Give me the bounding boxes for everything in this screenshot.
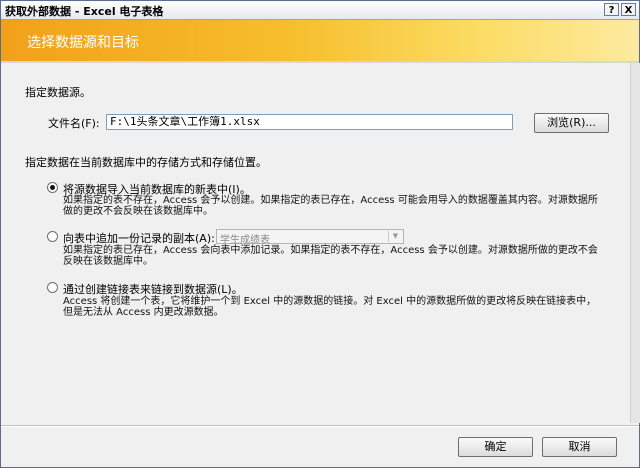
append-records-desc-line2: 反映在该数据库中。 (63, 256, 153, 267)
chevron-down-icon: ▼ (388, 231, 402, 242)
wizard-header-title: 选择数据源和目标 (27, 35, 139, 51)
footer-divider-highlight (1, 426, 639, 427)
link-table-radio[interactable] (47, 282, 58, 293)
radio-selected-dot (50, 185, 55, 190)
append-table-select[interactable]: 学生成绩表 ▼ (216, 229, 404, 246)
help-button[interactable]: ? (604, 3, 619, 16)
link-table-desc-line1: Access 将创建一个表，它将维护一个到 Excel 中的源数据的链接。对 E… (63, 296, 597, 307)
close-button[interactable]: X (621, 3, 636, 16)
link-table-label[interactable]: 通过创建链接表来链接到数据源(L)。 (63, 281, 243, 297)
import-new-table-desc-line2: 做的更改不会反映在该数据库中。 (63, 206, 213, 217)
ok-button[interactable]: 确定 (458, 437, 533, 457)
title-bar: 获取外部数据 - Excel 电子表格 ? X (1, 1, 639, 20)
file-name-input[interactable]: F:\1头条文章\工作簿1.xlsx (106, 114, 513, 130)
cancel-button[interactable]: 取消 (542, 437, 617, 457)
append-table-select-value: 学生成绩表 (220, 235, 270, 246)
dialog-window: 获取外部数据 - Excel 电子表格 ? X 选择数据源和目标 指定数据源。 … (0, 0, 640, 468)
window-title: 获取外部数据 - Excel 电子表格 (5, 5, 164, 18)
import-new-table-radio[interactable] (47, 182, 58, 193)
wizard-header: 选择数据源和目标 (1, 20, 639, 61)
file-name-label: 文件名(F): (48, 117, 100, 130)
scrollbar[interactable] (630, 63, 640, 423)
link-table-desc-line2: 但是无法从 Access 内更改源数据。 (63, 307, 224, 318)
source-prompt: 指定数据源。 (25, 86, 91, 99)
append-records-desc-line1: 如果指定的表已存在，Access 会向表中添加记录。如果指定的表不存在，Acce… (63, 245, 598, 256)
browse-button[interactable]: 浏览(R)... (534, 113, 609, 133)
append-records-label[interactable]: 向表中追加一份记录的副本(A): (63, 230, 215, 246)
storage-prompt: 指定数据在当前数据库中的存储方式和存储位置。 (25, 156, 267, 169)
header-divider (1, 61, 639, 63)
import-new-table-desc-line1: 如果指定的表不存在，Access 会予以创建。如果指定的表已存在，Access … (63, 195, 598, 206)
append-records-radio[interactable] (47, 231, 58, 242)
